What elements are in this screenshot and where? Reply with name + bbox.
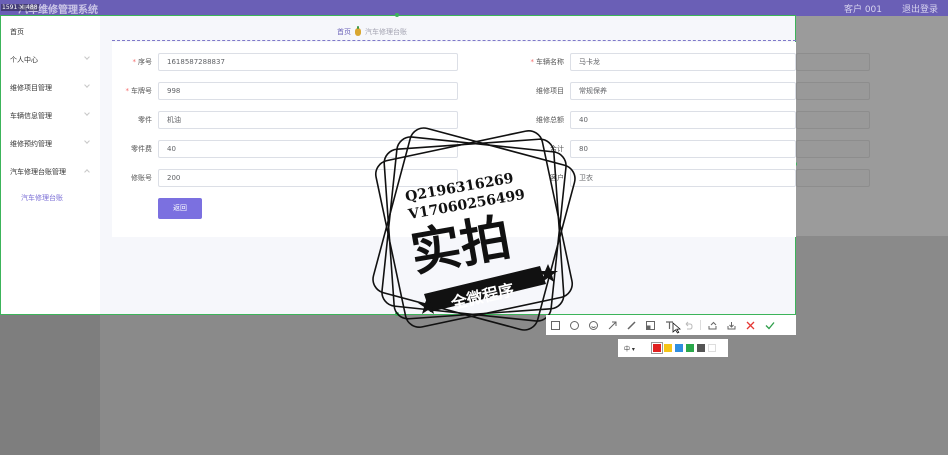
- pineapple-icon: [355, 26, 361, 36]
- dimmed-input: [796, 140, 870, 158]
- sidebar-item-home[interactable]: 首页: [10, 27, 24, 37]
- field-label-plate: * 车牌号: [125, 87, 153, 95]
- screenshot-toolbar: [546, 315, 796, 335]
- chevron-down-icon: [84, 82, 90, 88]
- emoji-icon[interactable]: [584, 315, 603, 335]
- field-label-parts-fee: 零件费: [131, 145, 152, 153]
- dimmed-input: [796, 169, 870, 187]
- dimmed-sidebar: [0, 315, 100, 455]
- color-swatch-blue[interactable]: [675, 344, 683, 352]
- repair-item-input[interactable]: 常规保养: [570, 82, 796, 100]
- divider: [112, 40, 796, 41]
- color-swatch-yellow[interactable]: [664, 344, 672, 352]
- download-icon[interactable]: [722, 315, 741, 335]
- color-swatch-white[interactable]: [708, 344, 716, 352]
- color-palette: 中 ▾: [618, 339, 728, 357]
- dimmed-input: [796, 82, 870, 100]
- circle-icon[interactable]: [565, 315, 584, 335]
- logout-link[interactable]: 退出登录: [902, 2, 938, 15]
- sidebar-item-appointments[interactable]: 维修预约管理: [10, 139, 52, 149]
- toolbar-separator: [700, 320, 701, 330]
- color-swatch-gray[interactable]: [697, 344, 705, 352]
- sidebar-subitem-ledger[interactable]: 汽车修理台账: [21, 193, 63, 203]
- sidebar-item-ledger[interactable]: 汽车修理台账管理: [10, 167, 66, 177]
- pen-icon[interactable]: [622, 315, 641, 335]
- user-name[interactable]: 客户 001: [844, 2, 882, 15]
- field-label-serial: * 序号: [132, 58, 153, 66]
- field-label-vehicle-name: * 车辆名称: [530, 58, 565, 66]
- color-swatch-green[interactable]: [686, 344, 694, 352]
- dimmed-input: [796, 53, 870, 71]
- breadcrumb-current: 汽车修理台账: [365, 28, 407, 36]
- back-button[interactable]: 返回: [158, 198, 202, 219]
- chevron-down-icon: [84, 110, 90, 116]
- cancel-icon[interactable]: [741, 315, 760, 335]
- resize-handle[interactable]: [395, 13, 399, 17]
- chevron-down-icon: [84, 138, 90, 144]
- chevron-down-icon: [84, 54, 90, 60]
- dimmed-form-area: [796, 16, 948, 236]
- sum-input[interactable]: 80: [570, 140, 796, 158]
- arrow-icon[interactable]: [603, 315, 622, 335]
- sidebar: 首页 个人中心 维修项目管理 车辆信息管理 维修预约管理 汽车修理台账管理 汽车…: [1, 16, 100, 314]
- sidebar-item-repair-items[interactable]: 维修项目管理: [10, 83, 52, 93]
- plate-input[interactable]: 998: [158, 82, 458, 100]
- watermark-stamp: Q2196316269 V17060256499 实拍 全微程序: [372, 127, 576, 331]
- breadcrumb-home[interactable]: 首页: [337, 27, 351, 37]
- breadcrumb: 首页 汽车修理台账: [337, 26, 407, 37]
- sidebar-item-profile[interactable]: 个人中心: [10, 55, 38, 65]
- rect-icon[interactable]: [546, 315, 565, 335]
- vehicle-name-input[interactable]: 马卡龙: [570, 53, 796, 71]
- customer-input[interactable]: 卫衣: [570, 169, 796, 187]
- field-label-repair-item: 维修项目: [536, 87, 564, 95]
- sidebar-item-vehicles[interactable]: 车辆信息管理: [10, 111, 52, 121]
- dimmed-input: [796, 111, 870, 129]
- selection-size-tag: 1591 × 488: [1, 4, 39, 11]
- field-label-parts: 零件: [138, 116, 152, 124]
- repair-total-input[interactable]: 40: [570, 111, 796, 129]
- mosaic-icon[interactable]: [641, 315, 660, 335]
- undo-icon[interactable]: [679, 315, 698, 335]
- share-icon[interactable]: [703, 315, 722, 335]
- top-header: 汽车维修管理系统 1591 × 488 客户 001 退出登录: [0, 0, 948, 16]
- serial-input[interactable]: 1618587288837: [158, 53, 458, 71]
- stroke-size-select[interactable]: 中 ▾: [624, 344, 650, 353]
- chevron-up-icon: [84, 169, 90, 175]
- confirm-icon[interactable]: [760, 315, 779, 335]
- color-swatch-red[interactable]: [651, 342, 663, 354]
- field-label-account: 修账号: [131, 174, 152, 182]
- cursor-icon: [672, 322, 681, 334]
